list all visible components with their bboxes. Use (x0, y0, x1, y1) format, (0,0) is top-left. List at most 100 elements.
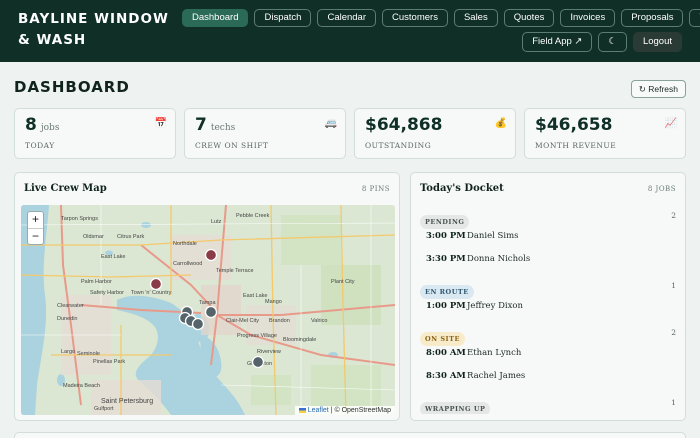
nav-dispatch-button[interactable]: Dispatch (254, 9, 312, 27)
map-place-label: Safety Harbor (90, 290, 124, 296)
map-place-label: Northdale (173, 241, 197, 247)
map-place-label: Lutz (211, 219, 222, 225)
live-crew-map-panel: Live Crew Map 8 PINS Tarpon Springs Olds… (14, 172, 400, 421)
stat-value: 7 techs (195, 115, 235, 135)
crew-map[interactable]: Tarpon Springs Oldsmar Pebble Creek Northda… (21, 205, 395, 415)
nav-invoices-button[interactable]: Invoices (560, 9, 616, 27)
stat-label: CREW ON SHIFT (195, 141, 269, 150)
docket-group-on-site: ON SITE 2 (420, 326, 676, 346)
stat-card-crew-on-shift: 7 techs CREW ON SHIFT 🚐 (184, 108, 346, 159)
map-place-label: Pinellas Park (93, 359, 125, 365)
job-time: 3:00 PM (426, 231, 466, 241)
docket-job-row[interactable]: 3:30 PM Donna Nichols (420, 248, 676, 271)
map-place-label: Town 'n' Country (131, 290, 172, 296)
trend-up-icon: 📈 (664, 118, 677, 129)
map-place-label: Valrico (311, 318, 327, 324)
stat-card-month-revenue: $46,658 MONTH REVENUE 📈 (524, 108, 686, 159)
stat-card-outstanding: $64,868 OUTSTANDING 💰 (354, 108, 516, 159)
zoom-out-button[interactable]: − (28, 228, 43, 244)
nav-calendar-button[interactable]: Calendar (317, 9, 377, 27)
moon-icon: ☾ (608, 36, 617, 47)
job-time: 1:30 PM (426, 412, 466, 414)
stat-label: TODAY (25, 141, 55, 150)
map-pin-count: 8 PINS (361, 185, 390, 193)
stat-unit: techs (210, 123, 236, 133)
map-tiles[interactable]: Tarpon Springs Oldsmar Pebble Creek Northda… (21, 205, 395, 415)
docket-list[interactable]: PENDING 2 3:00 PM Daniel Sims 3:30 PM Donna N… (411, 201, 685, 414)
customer-name: Daniel Sims (467, 231, 519, 241)
nav-customers-button[interactable]: Customers (382, 9, 448, 27)
customer-name: Ethan Lynch (467, 348, 522, 358)
map-place-label: Madeira Beach (63, 383, 100, 389)
job-time: 1:00 PM (426, 301, 466, 311)
map-place-label: East Lake (243, 293, 267, 299)
crew-location-pin[interactable] (204, 248, 218, 262)
todays-docket-panel: Today's Docket 8 JOBS PENDING 2 3:00 PM Dan… (410, 172, 686, 421)
secondary-nav: Field App ↗ ☾ Logout (522, 32, 682, 52)
map-attribution: Leaflet | © OpenStreetMap (294, 406, 395, 415)
docket-job-row[interactable]: 8:30 AM Rachel James (420, 365, 676, 388)
map-place-label: Carrollwood (173, 261, 202, 267)
docket-panel-title: Today's Docket (420, 183, 504, 194)
zoom-in-button[interactable]: + (28, 212, 43, 228)
leaflet-link[interactable]: Leaflet (308, 407, 329, 414)
map-panel-title: Live Crew Map (24, 183, 107, 194)
stat-label: OUTSTANDING (365, 141, 432, 150)
map-place-label: Citrus Park (117, 234, 144, 240)
map-place-label: Oldsmar (83, 234, 104, 240)
crew-location-pin[interactable] (191, 317, 205, 331)
brand-logo-text[interactable]: BAYLINE WINDOW & WASH (18, 9, 178, 51)
stat-number: $46,658 (535, 115, 613, 135)
job-time: 8:30 AM (426, 371, 466, 381)
job-time: 3:30 PM (426, 254, 466, 264)
map-place-label: Saint Petersburg (101, 398, 153, 405)
stat-value: $46,658 (535, 115, 616, 135)
docket-group-wrapping-up: WRAPPING UP 1 (420, 396, 676, 414)
map-place-label: Seminole (77, 351, 100, 357)
osm-attribution[interactable]: | © OpenStreetMap (331, 407, 391, 414)
map-place-label: Plant City (331, 279, 355, 285)
map-place-label: Largo (61, 349, 75, 355)
page-title: DASHBOARD (14, 78, 130, 96)
top-navigation-bar: BAYLINE WINDOW & WASH Dashboard Dispatch C… (0, 0, 700, 62)
crew-location-pin[interactable] (204, 305, 218, 319)
field-app-button[interactable]: Field App ↗ (522, 32, 593, 52)
nav-proposals-button[interactable]: Proposals (621, 9, 684, 27)
docket-job-row[interactable]: 3:00 PM Daniel Sims (420, 225, 676, 248)
nav-quotes-button[interactable]: Quotes (503, 9, 555, 27)
stat-number: $64,868 (365, 115, 443, 135)
docket-group-pending: PENDING 2 (420, 209, 676, 229)
nav-tools-button[interactable]: Tools (689, 9, 700, 27)
job-time: 8:00 AM (426, 348, 466, 358)
van-icon: 🚐 (324, 118, 337, 129)
map-place-label: Mango (265, 299, 282, 305)
refresh-button[interactable]: ↻ Refresh (630, 80, 686, 98)
group-count: 1 (671, 281, 676, 290)
map-place-label: Progress Village (237, 333, 277, 339)
logout-button[interactable]: Logout (632, 32, 682, 52)
map-place-label: Clearwater (57, 303, 84, 309)
docket-job-row[interactable]: 1:00 PM Jeffrey Dixon (420, 295, 676, 318)
money-bag-icon: 💰 (494, 118, 507, 129)
nav-sales-button[interactable]: Sales (453, 9, 498, 27)
zoom-controls: + − (27, 211, 44, 245)
crew-location-pin[interactable] (149, 277, 163, 291)
stat-value: $64,868 (365, 115, 446, 135)
nav-dashboard-button[interactable]: Dashboard (182, 9, 249, 27)
docket-group-en-route: EN ROUTE 1 (420, 279, 676, 299)
docket-job-row[interactable]: 8:00 AM Ethan Lynch (420, 342, 676, 365)
map-place-label: Dunedin (57, 316, 78, 322)
docket-job-count: 8 JOBS (647, 185, 676, 193)
customer-name: Jeffrey Dixon (467, 301, 523, 311)
map-place-label: Clair-Mel City (226, 318, 259, 324)
docket-job-row[interactable]: 1:30 PMRandy Gonzales (420, 412, 676, 414)
crew-location-pin[interactable] (251, 355, 265, 369)
theme-toggle-button[interactable]: ☾ (598, 32, 627, 52)
map-place-label: Palm Harbor (81, 279, 112, 285)
next-section-card (14, 432, 686, 438)
ukraine-flag-icon (298, 407, 306, 413)
map-place-label: Riverview (257, 349, 281, 355)
map-place-label: Gulfport (94, 406, 114, 412)
group-count: 1 (671, 398, 676, 407)
stat-number: 8 (25, 115, 37, 135)
